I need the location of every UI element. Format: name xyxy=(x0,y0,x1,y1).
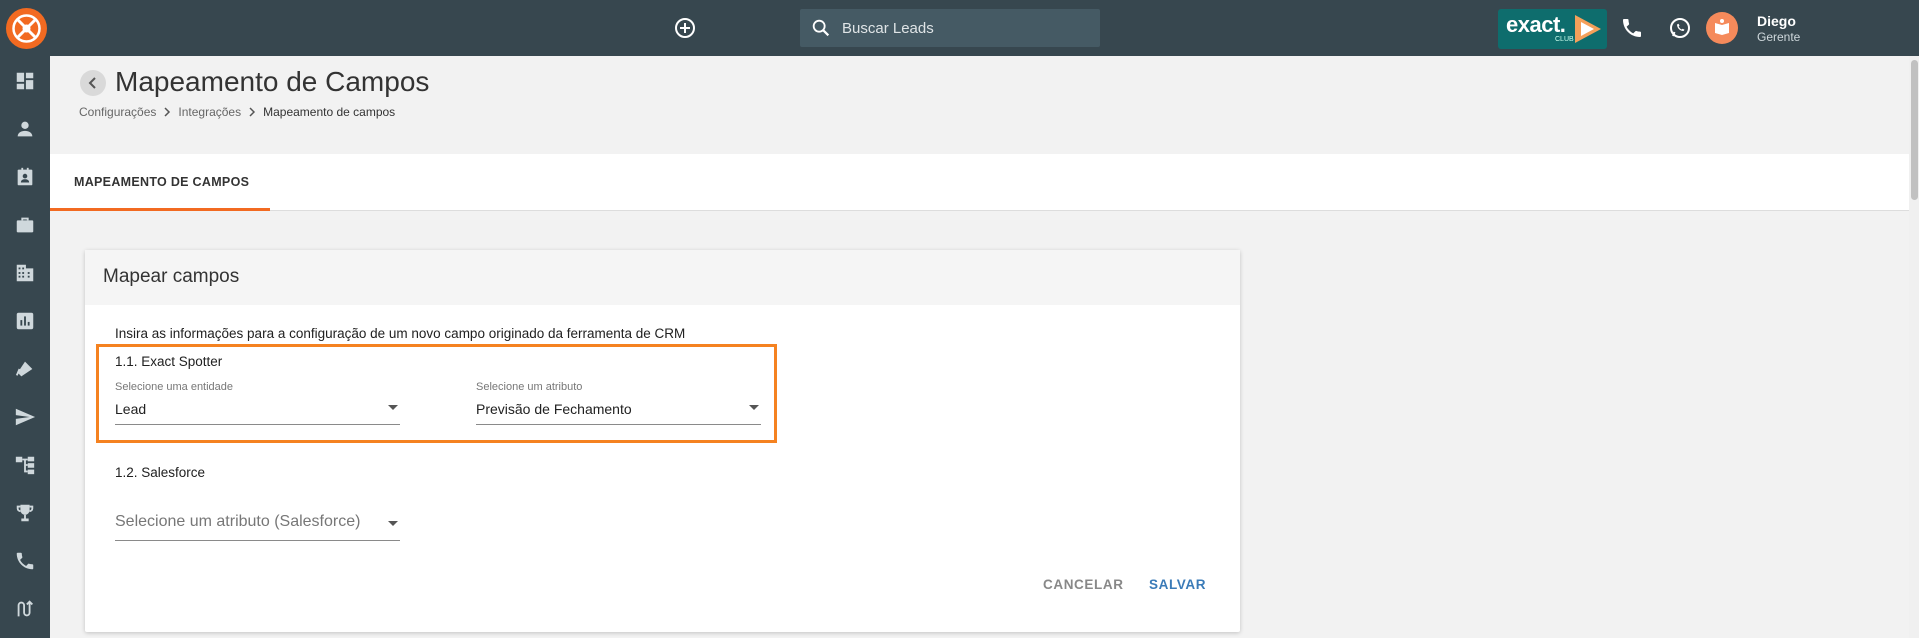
back-button[interactable] xyxy=(80,70,106,96)
contact-card-icon[interactable] xyxy=(14,166,36,188)
person-icon[interactable] xyxy=(14,118,36,140)
user-name[interactable]: Diego xyxy=(1757,13,1796,29)
card-header: Mapear campos xyxy=(85,250,1240,305)
breadcrumb-configuracoes[interactable]: Configurações xyxy=(79,105,156,119)
avatar[interactable] xyxy=(1706,12,1738,44)
map-fields-card: Mapear campos Insira as informações para… xyxy=(85,250,1240,632)
search-input[interactable] xyxy=(842,9,1092,47)
chevron-left-icon xyxy=(88,77,96,89)
section-exact-spotter-label: 1.1. Exact Spotter xyxy=(115,354,223,369)
dropdown-arrow-icon xyxy=(749,405,759,410)
app-logo[interactable] xyxy=(6,8,47,49)
salesforce-attribute-placeholder: Selecione um atributo (Salesforce) xyxy=(115,513,361,530)
club-badge-word: exact. xyxy=(1506,12,1566,37)
attribute-select-label: Selecione um atributo xyxy=(476,381,583,393)
exact-club-badge[interactable]: exact. CLUB xyxy=(1498,9,1607,49)
breadcrumb: Configurações Integrações Mapeamento de … xyxy=(79,105,395,119)
chevron-right-icon xyxy=(164,107,171,117)
tab-bar: MAPEAMENTO DE CAMPOS xyxy=(50,154,1909,211)
hierarchy-icon[interactable] xyxy=(14,454,36,476)
dashboard-icon[interactable] xyxy=(14,70,36,92)
save-button[interactable]: SALVAR xyxy=(1149,577,1206,592)
entity-select-label: Selecione uma entidade xyxy=(115,381,234,393)
search-icon xyxy=(810,17,832,39)
trophy-icon[interactable] xyxy=(14,502,36,524)
tag-icon[interactable] xyxy=(14,358,36,380)
page-title: Mapeamento de Campos xyxy=(115,66,430,97)
whatsapp-icon[interactable] xyxy=(1668,16,1692,40)
club-badge-sub: CLUB xyxy=(1555,36,1574,43)
play-icon xyxy=(1572,13,1604,45)
send-icon[interactable] xyxy=(14,406,36,428)
book-icon xyxy=(1715,19,1729,35)
cancel-button[interactable]: CANCELAR xyxy=(1043,577,1124,592)
section-salesforce-label: 1.2. Salesforce xyxy=(115,465,206,480)
attribute-select[interactable]: Selecione um atributo Previsão de Fecham… xyxy=(476,381,761,425)
phone-icon[interactable] xyxy=(14,550,36,572)
attribute-select-value: Previsão de Fechamento xyxy=(476,401,632,417)
sidebar xyxy=(0,56,50,638)
chart-icon[interactable] xyxy=(14,310,36,332)
building-icon[interactable] xyxy=(14,262,36,284)
top-bar: exact. CLUB Diego Gerente xyxy=(0,0,1919,56)
briefcase-icon[interactable] xyxy=(14,214,36,236)
salesforce-attribute-select[interactable]: Selecione um atributo (Salesforce) xyxy=(115,497,400,541)
breadcrumb-current: Mapeamento de campos xyxy=(263,105,396,119)
card-title: Mapear campos xyxy=(103,266,240,287)
entity-select-value: Lead xyxy=(115,401,147,417)
user-role: Gerente xyxy=(1757,30,1801,44)
breadcrumb-integracoes[interactable]: Integrações xyxy=(178,105,241,119)
logo-mark-icon xyxy=(12,14,41,43)
route-icon[interactable] xyxy=(14,598,36,620)
chevron-right-icon xyxy=(249,107,256,117)
entity-select[interactable]: Selecione uma entidade Lead xyxy=(115,381,400,425)
tab-label: MAPEAMENTO DE CAMPOS xyxy=(74,175,250,189)
scrollbar-thumb[interactable] xyxy=(1911,60,1918,200)
dropdown-arrow-icon xyxy=(388,521,398,526)
search-box xyxy=(800,9,1100,47)
dropdown-arrow-icon xyxy=(388,405,398,410)
card-description: Insira as informações para a configuraçã… xyxy=(115,326,686,341)
tab-mapeamento-de-campos[interactable]: MAPEAMENTO DE CAMPOS xyxy=(50,154,270,211)
phone-icon[interactable] xyxy=(1620,16,1644,40)
add-icon[interactable] xyxy=(673,16,697,40)
